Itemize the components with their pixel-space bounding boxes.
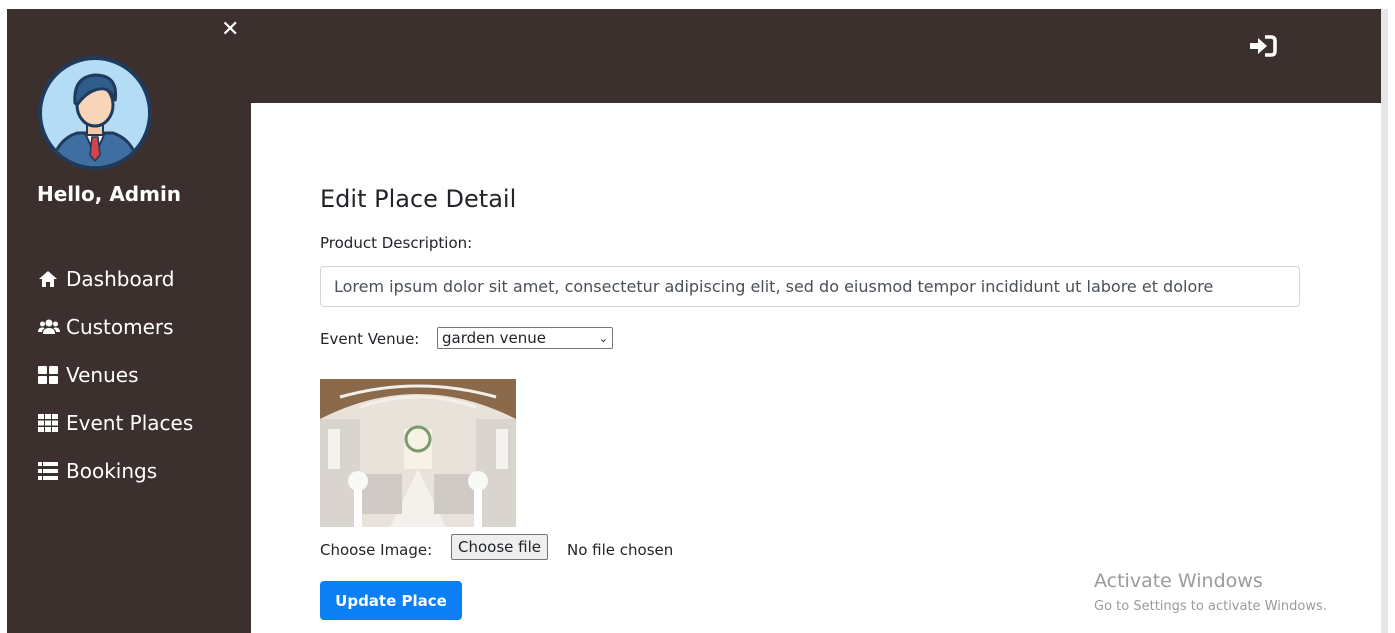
sidebar-item-label: Customers: [66, 315, 174, 339]
sign-in-icon[interactable]: [1249, 35, 1277, 61]
sidebar-item-label: Venues: [66, 363, 139, 387]
grid-icon: [38, 366, 62, 384]
venue-selected-value: garden venue: [442, 329, 546, 347]
grid-3x3-icon: [38, 414, 62, 432]
scrollbar-track[interactable]: [1381, 9, 1388, 633]
venue-label: Event Venue:: [320, 330, 420, 348]
description-label: Product Description:: [320, 234, 473, 252]
watermark-title: Activate Windows: [1094, 570, 1263, 592]
top-bar: [251, 9, 1381, 103]
sidebar: ✕ Hello, Admin Dashboard Customers Venue…: [7, 9, 251, 633]
sidebar-item-bookings[interactable]: Bookings: [38, 447, 193, 495]
list-icon: [38, 462, 62, 480]
chevron-down-icon: ⌄: [598, 331, 608, 345]
users-icon: [38, 318, 62, 336]
file-status-text: No file chosen: [567, 541, 674, 559]
sidebar-item-venues[interactable]: Venues: [38, 351, 193, 399]
sidebar-item-label: Event Places: [66, 411, 194, 435]
close-icon[interactable]: ✕: [221, 19, 239, 41]
greeting: Hello, Admin: [37, 182, 182, 206]
choose-file-button[interactable]: Choose file: [451, 534, 548, 560]
place-image: [320, 379, 516, 527]
choose-image-label: Choose Image:: [320, 541, 433, 559]
description-input[interactable]: [320, 266, 1300, 307]
app-window: ✕ Hello, Admin Dashboard Customers Venue…: [7, 9, 1388, 633]
sidebar-item-label: Bookings: [66, 459, 158, 483]
home-icon: [38, 270, 62, 288]
sidebar-nav: Dashboard Customers Venues Event Places …: [38, 255, 193, 495]
sidebar-item-customers[interactable]: Customers: [38, 303, 193, 351]
sidebar-item-dashboard[interactable]: Dashboard: [38, 255, 193, 303]
page-title: Edit Place Detail: [320, 185, 517, 213]
main-content: Edit Place Detail Product Description: E…: [251, 103, 1381, 633]
venue-select[interactable]: garden venue ⌄: [437, 327, 613, 349]
watermark-subtitle: Go to Settings to activate Windows.: [1094, 599, 1327, 614]
sidebar-item-label: Dashboard: [66, 267, 175, 291]
sidebar-item-event-places[interactable]: Event Places: [38, 399, 193, 447]
admin-avatar: [38, 56, 152, 170]
update-place-button[interactable]: Update Place: [320, 581, 462, 620]
